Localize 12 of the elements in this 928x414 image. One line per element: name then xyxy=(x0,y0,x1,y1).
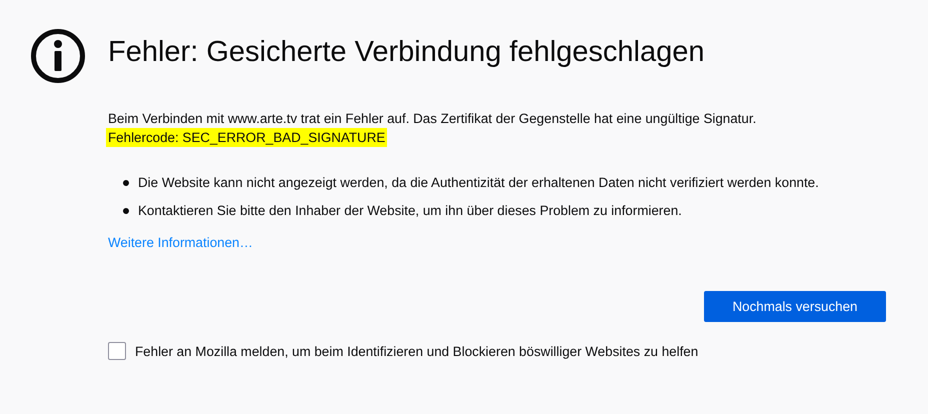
report-checkbox[interactable] xyxy=(108,342,126,360)
report-label: Fehler an Mozilla melden, um beim Identifizieren und Blockieren böswilliger Websites zu helfen xyxy=(135,344,698,358)
bullet-text: Kontaktieren Sie bitte den Inhaber der Website, um ihn über dieses Problem zu informieren. xyxy=(138,202,683,220)
error-code: Fehlercode: SEC_ERROR_BAD_SIGNATURE xyxy=(106,128,388,147)
bullet-text: Die Website kann nicht angezeigt werden, da die Authentizität der erhaltenen Daten nicht verifiziert werden konnte. xyxy=(138,174,820,192)
retry-button[interactable]: Nochmals versuchen xyxy=(704,291,886,322)
bullet-icon xyxy=(123,180,129,186)
error-title: Fehler: Gesicherte Verbindung fehlgeschlagen xyxy=(108,36,706,69)
bullet-icon xyxy=(123,208,129,214)
info-icon xyxy=(30,28,86,84)
more-info-link[interactable]: Weitere Informationen… xyxy=(108,235,253,250)
error-message: Beim Verbinden mit www.arte.tv trat ein Fehler auf. Das Zertifikat der Gegenstelle hat eine ungültige Signatur. xyxy=(108,110,758,128)
